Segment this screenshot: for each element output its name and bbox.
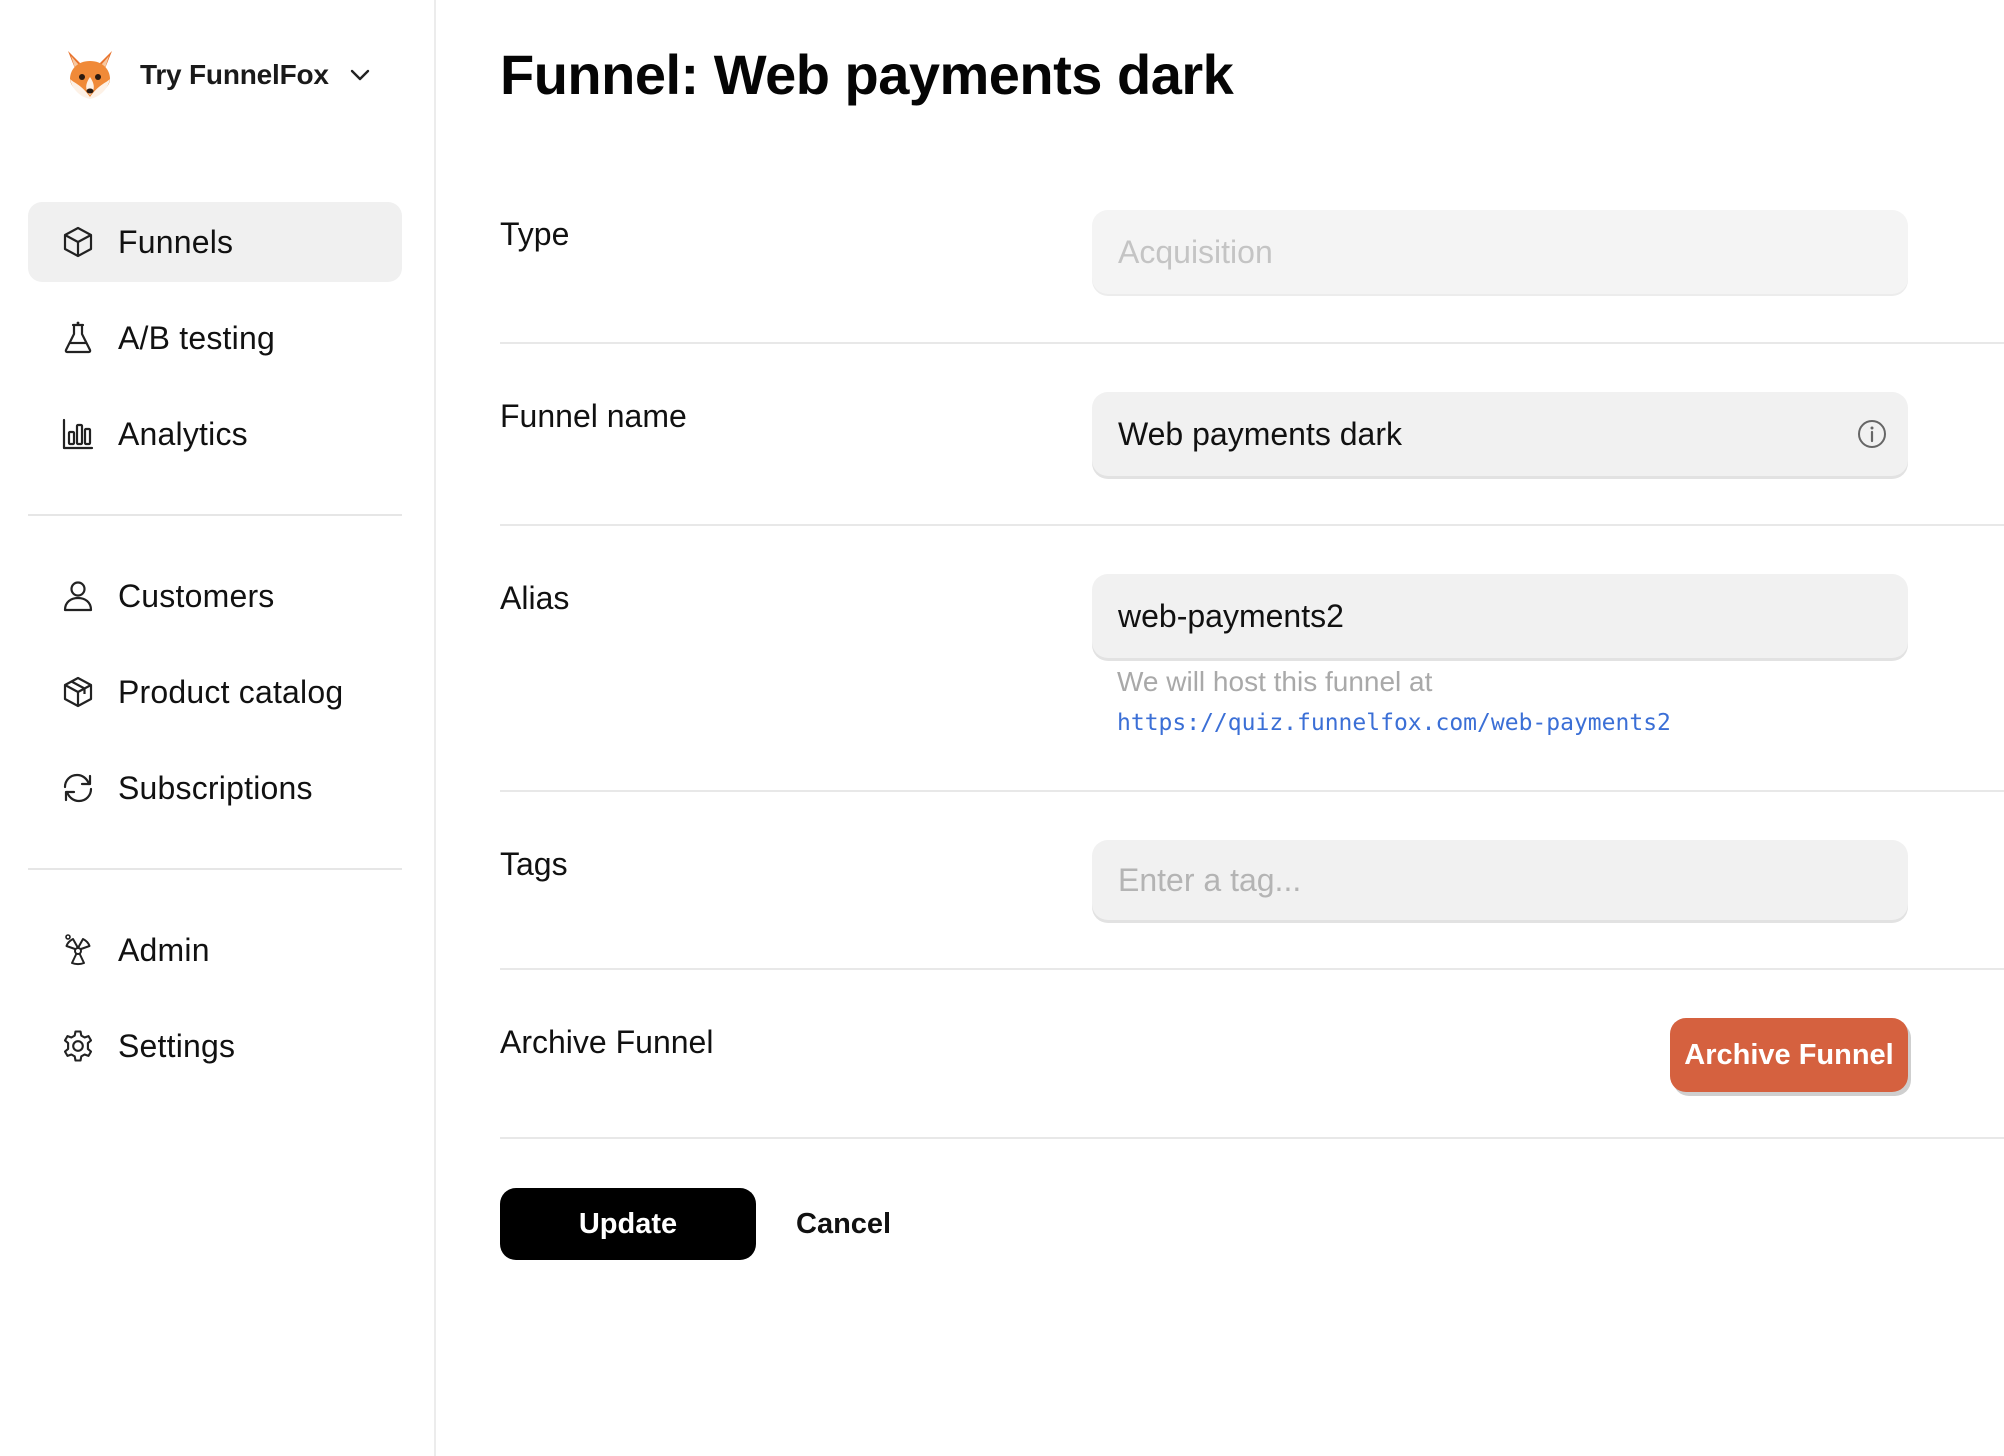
sidebar-divider bbox=[28, 868, 402, 870]
archive-label: Archive Funnel bbox=[500, 1024, 714, 1060]
funnel-name-label: Funnel name bbox=[500, 398, 687, 434]
sidebar-item-label: Funnels bbox=[118, 223, 234, 260]
fox-emoji-icon bbox=[68, 51, 112, 99]
row-divider bbox=[500, 1137, 2004, 1139]
radiation-icon bbox=[65, 934, 91, 966]
alias-url-link[interactable]: https://quiz.funnelfox.com/web-payments2 bbox=[1117, 710, 1671, 736]
tags-label: Tags bbox=[500, 846, 568, 882]
workspace-name: Try FunnelFox bbox=[140, 59, 329, 90]
refresh-icon bbox=[63, 773, 93, 803]
package-icon bbox=[63, 676, 93, 708]
row-divider bbox=[500, 790, 2004, 792]
nav-group-admin: Admin Settings bbox=[28, 910, 402, 1102]
row-divider bbox=[500, 342, 2004, 344]
alias-label: Alias bbox=[500, 580, 570, 616]
sidebar-item-funnels[interactable]: Funnels bbox=[28, 202, 402, 282]
sidebar-item-product-catalog[interactable]: Product catalog bbox=[28, 652, 402, 732]
sidebar-item-label: Product catalog bbox=[118, 673, 344, 710]
page-title: Funnel: Web payments dark bbox=[500, 43, 1234, 106]
sidebar-item-analytics[interactable]: Analytics bbox=[28, 394, 402, 474]
sidebar-item-label: Settings bbox=[118, 1027, 236, 1064]
sidebar: Try FunnelFox Funnels A/B testing Analyt… bbox=[0, 0, 436, 1456]
tags-input[interactable]: Enter a tag... bbox=[1092, 840, 1908, 920]
type-field: Acquisition bbox=[1092, 210, 1908, 294]
bar-chart-icon bbox=[62, 418, 94, 450]
cancel-button[interactable]: Cancel bbox=[796, 1188, 891, 1260]
sidebar-item-ab-testing[interactable]: A/B testing bbox=[28, 298, 402, 378]
gear-icon bbox=[63, 1030, 93, 1062]
sidebar-item-label: Subscriptions bbox=[118, 769, 313, 806]
info-icon[interactable] bbox=[1856, 418, 1888, 450]
sidebar-item-label: Customers bbox=[118, 577, 275, 614]
workspace-switcher[interactable]: Try FunnelFox bbox=[62, 46, 373, 104]
sidebar-item-label: A/B testing bbox=[118, 319, 275, 356]
tags-placeholder: Enter a tag... bbox=[1118, 861, 1302, 898]
main-content: Funnel: Web payments dark Type Acquisiti… bbox=[500, 0, 2004, 1456]
funnel-name-value: Web payments dark bbox=[1118, 415, 1402, 452]
flask-icon bbox=[64, 321, 92, 354]
cube-icon bbox=[63, 226, 93, 258]
sidebar-item-label: Analytics bbox=[118, 415, 248, 452]
sidebar-item-admin[interactable]: Admin bbox=[28, 910, 402, 990]
funnel-name-input[interactable]: Web payments dark bbox=[1092, 392, 1908, 476]
sidebar-item-settings[interactable]: Settings bbox=[28, 1006, 402, 1086]
user-icon bbox=[63, 581, 93, 612]
alias-input[interactable]: web-payments2 bbox=[1092, 574, 1908, 658]
sidebar-item-label: Admin bbox=[118, 931, 210, 968]
nav-group-customers: Customers Product catalog Subscriptions bbox=[28, 556, 402, 844]
sidebar-item-subscriptions[interactable]: Subscriptions bbox=[28, 748, 402, 828]
sidebar-divider bbox=[28, 514, 402, 516]
type-label: Type bbox=[500, 216, 570, 252]
type-value: Acquisition bbox=[1118, 233, 1273, 270]
app-window: Try FunnelFox Funnels A/B testing Analyt… bbox=[0, 0, 2004, 1456]
archive-funnel-button[interactable]: Archive Funnel bbox=[1670, 1018, 1908, 1092]
alias-value: web-payments2 bbox=[1118, 597, 1344, 634]
row-divider bbox=[500, 968, 2004, 970]
update-button[interactable]: Update bbox=[500, 1188, 756, 1260]
row-divider bbox=[500, 524, 2004, 526]
nav-group-main: Funnels A/B testing Analytics bbox=[28, 202, 402, 490]
alias-hint: We will host this funnel at bbox=[1117, 666, 1433, 697]
chevron-down-icon bbox=[350, 69, 369, 81]
sidebar-item-customers[interactable]: Customers bbox=[28, 556, 402, 636]
